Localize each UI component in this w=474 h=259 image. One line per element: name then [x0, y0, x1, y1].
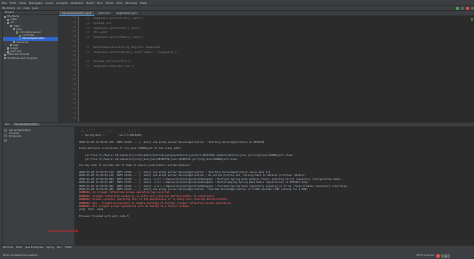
run-icon[interactable]	[456, 6, 459, 10]
debug-icon[interactable]	[461, 6, 464, 10]
menu-item[interactable]: Code	[45, 1, 53, 5]
rerun-icon[interactable]	[4, 129, 7, 132]
annotation-arrow	[48, 229, 78, 233]
menu-item[interactable]: Refactor	[71, 1, 84, 5]
scroll-marker	[471, 18, 473, 21]
code-editor[interactable]: // template.opsForList().set();// System…	[80, 16, 474, 122]
encoding-indicator[interactable]: UTF-8 4 spaces	[416, 254, 434, 257]
tool-window-button[interactable]: Java Enterprise	[25, 246, 43, 249]
line-number-gutter: 52 53 54 55 56 57 58 59 60 61 62 63 64 65 66 67 68 69 70 71…	[59, 16, 79, 122]
menu-item[interactable]: File	[2, 1, 7, 5]
menu-item[interactable]: View	[19, 1, 26, 5]
stop-run-icon[interactable]	[4, 134, 7, 137]
tool-window-button[interactable]: Spring	[46, 246, 54, 249]
tool-window-bar: Terminal Build Java Enterprise Spring Run TOD…	[0, 245, 474, 250]
menu-item[interactable]: Navigate	[29, 1, 42, 5]
console-output[interactable]: . ____ _ __ _ _ /\\ / ___'_ __ _ _(_)_ _…	[76, 127, 474, 245]
console-line: Process finished with exit code 0	[79, 215, 129, 219]
tool-window-button[interactable]: Terminal	[3, 246, 13, 249]
tree-item-label: Scratches and Consoles	[7, 56, 38, 60]
tool-window-button[interactable]: TODO	[65, 246, 72, 249]
folder-icon	[4, 56, 7, 60]
tree-item-label: resources	[16, 40, 29, 44]
menu-item[interactable]: Analyze	[56, 1, 68, 5]
project-panel: Project My-Study .idea src main java com.stud…	[3, 11, 59, 122]
breadcrumb-java[interactable]: java	[32, 6, 38, 10]
run-tree: ServerApplication Console Endpoints	[3, 127, 74, 139]
run-tab[interactable]: ServerApplication	[12, 123, 40, 126]
watermark: 亿速云	[436, 252, 472, 259]
run-tree-item[interactable]: Endpoints	[3, 135, 74, 138]
status-message: Build completed successfully	[3, 254, 38, 257]
menu-item[interactable]: Tools	[106, 1, 113, 5]
menu-item[interactable]: Build	[87, 1, 95, 5]
restore-layout-icon[interactable]	[4, 139, 7, 142]
line-number: 73	[73, 116, 76, 120]
menu-item[interactable]: Edit	[10, 1, 16, 5]
tool-window-button[interactable]: Run	[57, 246, 62, 249]
menu-item[interactable]: VCS	[116, 1, 122, 5]
breadcrumb-src[interactable]: src	[17, 6, 21, 10]
tree-item[interactable]: Scratches and Consoles	[3, 56, 58, 60]
menu-item[interactable]: Help	[140, 1, 147, 5]
watermark-text: 亿速云	[441, 253, 451, 258]
project-tree: My-Study .idea src main java com.study.server…	[3, 15, 58, 60]
tool-window-button[interactable]: Build	[16, 246, 22, 249]
run-label: Run:	[5, 123, 11, 126]
menu-item[interactable]: Run	[97, 1, 103, 5]
watermark-logo-icon	[436, 253, 440, 258]
stop-icon[interactable]	[466, 6, 469, 10]
run-tool-panel: ServerApplication Console Endpoints	[3, 127, 75, 245]
editor-scrollbar[interactable]	[470, 16, 474, 122]
breadcrumb-main[interactable]: main	[23, 6, 30, 10]
breadcrumb-project[interactable]: My-Study	[2, 6, 15, 10]
menu-item[interactable]: Window	[125, 1, 137, 5]
status-line: Build completed successfully UTF-8 4 spa…	[0, 252, 474, 259]
